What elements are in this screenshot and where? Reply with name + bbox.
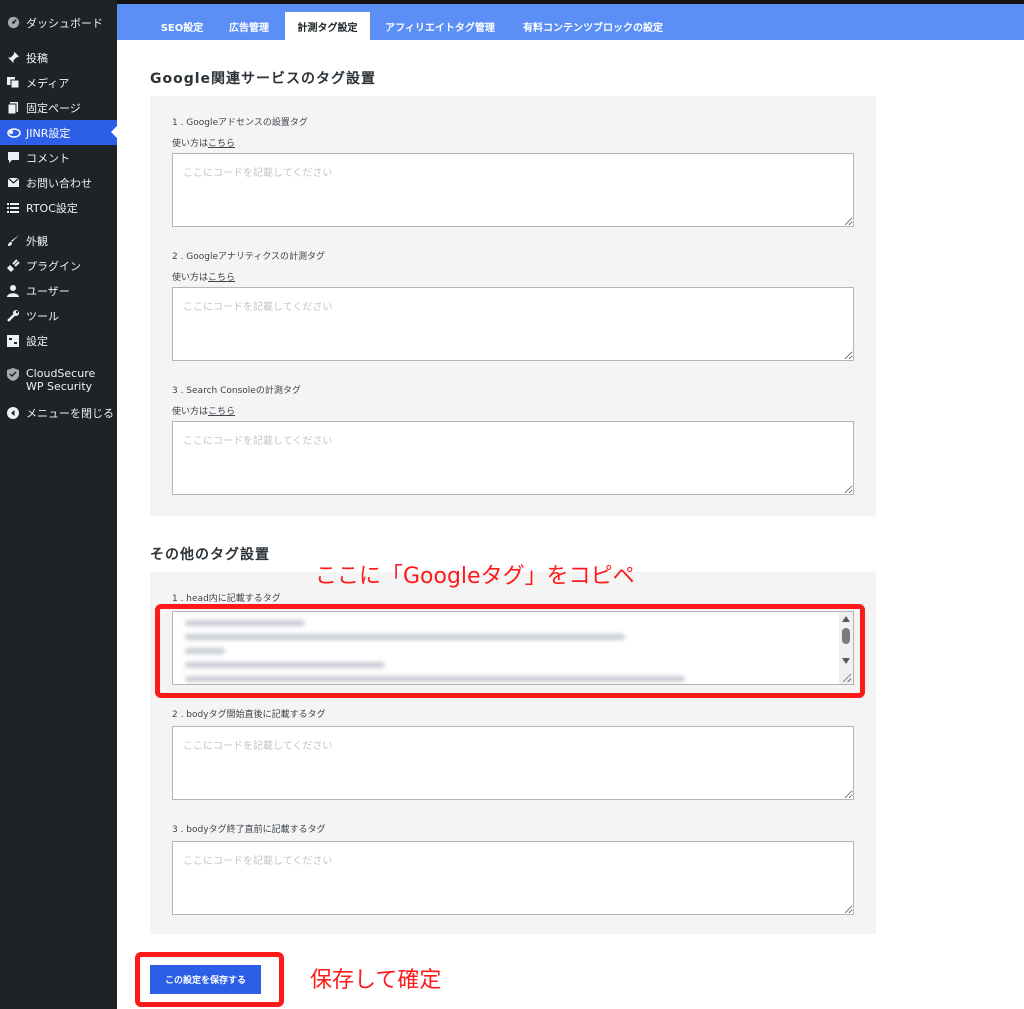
sidebar-item-label: コメント <box>26 151 70 165</box>
sidebar-item-jinr-settings[interactable]: JINR設定 <box>0 120 117 145</box>
field-label-search-console: 3 . Search Consoleの計測タグ <box>172 386 301 396</box>
dashboard-icon <box>0 16 26 29</box>
field-label-analytics: 2 . Googleアナリティクスの計測タグ <box>172 252 326 262</box>
tab-affiliate-tag-management[interactable]: アフィリエイトタグ管理 <box>375 12 505 40</box>
body-start-tag-input[interactable] <box>172 726 854 800</box>
field-label-head: 1 . head内に記載するタグ <box>172 594 281 604</box>
sidebar-item-posts[interactable]: 投稿 <box>0 45 117 70</box>
howto-analytics: 使い方はこちら <box>172 270 235 283</box>
howto-link-analytics[interactable]: こちら <box>208 273 235 283</box>
settings-icon <box>0 334 26 347</box>
sidebar-item-label: ユーザー <box>26 284 70 298</box>
analytics-tag-input[interactable] <box>172 287 854 361</box>
sidebar-item-label: プラグイン <box>26 259 81 273</box>
search-console-tag-input[interactable] <box>172 421 854 495</box>
cloud-icon <box>0 126 26 139</box>
sidebar-item-label: ダッシュボード <box>26 16 103 30</box>
page-icon <box>0 101 26 114</box>
collapse-menu-button[interactable]: メニューを閉じる <box>0 400 117 425</box>
plugin-icon <box>0 259 26 272</box>
sidebar-item-contact[interactable]: お問い合わせ <box>0 170 117 195</box>
sidebar-item-users[interactable]: ユーザー <box>0 278 117 303</box>
howto-link-search-console[interactable]: こちら <box>208 407 235 417</box>
sidebar-item-label: メニューを閉じる <box>26 406 114 420</box>
sidebar-item-pages[interactable]: 固定ページ <box>0 95 117 120</box>
howto-search-console: 使い方はこちら <box>172 404 235 417</box>
pin-icon <box>0 51 26 64</box>
howto-prefix: 使い方は <box>172 407 209 417</box>
sidebar-item-label: RTOC設定 <box>26 201 78 215</box>
sidebar-item-label: JINR設定 <box>26 126 71 140</box>
field-label-adsense: 1 . Googleアドセンスの設置タグ <box>172 118 308 128</box>
sidebar-item-media[interactable]: メディア <box>0 70 117 95</box>
sidebar-item-label: 外観 <box>26 234 48 248</box>
sidebar-item-comments[interactable]: コメント <box>0 145 117 170</box>
sidebar-item-appearance[interactable]: 外観 <box>0 228 117 253</box>
settings-tab-bar: SEO設定 広告管理 計測タグ設定 アフィリエイトタグ管理 有料コンテンツブロッ… <box>117 0 1024 40</box>
media-icon <box>0 76 26 89</box>
sidebar-item-dashboard[interactable]: ダッシュボード <box>0 10 117 35</box>
annotation-frame-head-tag <box>155 604 865 698</box>
howto-link-adsense[interactable]: こちら <box>208 139 235 149</box>
tab-label: アフィリエイトタグ管理 <box>385 22 495 34</box>
sidebar-item-settings[interactable]: 設定 <box>0 328 117 353</box>
sidebar-item-label: 投稿 <box>26 51 48 65</box>
tab-tracking-tag-settings[interactable]: 計測タグ設定 <box>285 12 370 40</box>
sidebar-item-label: CloudSecure WP Security <box>26 367 96 393</box>
comment-icon <box>0 151 26 164</box>
adsense-tag-input[interactable] <box>172 153 854 227</box>
sidebar-item-label: ツール <box>26 309 59 323</box>
howto-prefix: 使い方は <box>172 139 209 149</box>
list-icon <box>0 202 26 213</box>
annotation-save-note: 保存して確定 <box>310 968 442 993</box>
tab-label: SEO設定 <box>160 22 204 34</box>
collapse-icon <box>0 406 26 419</box>
sidebar-item-rtoc[interactable]: RTOC設定 <box>0 195 117 220</box>
sidebar-item-label: メディア <box>26 76 70 90</box>
shield-icon <box>0 367 26 381</box>
howto-prefix: 使い方は <box>172 273 209 283</box>
tab-label: 広告管理 <box>229 22 269 34</box>
sidebar-item-tools[interactable]: ツール <box>0 303 117 328</box>
field-label-body-end: 3 . bodyタグ終了直前に記載するタグ <box>172 825 326 835</box>
annotation-frame-save <box>135 952 284 1007</box>
annotation-paste-note: ここに「Googleタグ」をコピペ <box>315 564 635 589</box>
howto-adsense: 使い方はこちら <box>172 136 235 149</box>
sidebar-item-label: お問い合わせ <box>26 176 92 190</box>
tab-label: 計測タグ設定 <box>297 22 358 34</box>
tab-paid-content-block-settings[interactable]: 有料コンテンツブロックの設定 <box>513 12 673 40</box>
tab-seo-settings[interactable]: SEO設定 <box>151 12 213 40</box>
brush-icon <box>0 234 26 247</box>
mail-icon <box>0 177 26 188</box>
admin-sidebar: ダッシュボード 投稿 メディア 固定ページ JINR設定 コメント お問い合わせ… <box>0 0 117 1009</box>
body-end-tag-input[interactable] <box>172 841 854 915</box>
section-heading-other: その他のタグ設置 <box>150 547 270 563</box>
field-label-body-start: 2 . bodyタグ開始直後に記載するタグ <box>172 710 326 720</box>
section-heading-google: Google関連サービスのタグ設置 <box>150 71 377 87</box>
user-icon <box>0 284 26 297</box>
tab-label: 有料コンテンツブロックの設定 <box>523 22 663 34</box>
sidebar-item-plugins[interactable]: プラグイン <box>0 253 117 278</box>
sidebar-item-label: 固定ページ <box>26 101 81 115</box>
wrench-icon <box>0 309 26 322</box>
tab-ad-management[interactable]: 広告管理 <box>217 12 281 40</box>
sidebar-item-label: 設定 <box>26 334 48 348</box>
sidebar-item-cloudsecure[interactable]: CloudSecure WP Security <box>0 367 117 401</box>
